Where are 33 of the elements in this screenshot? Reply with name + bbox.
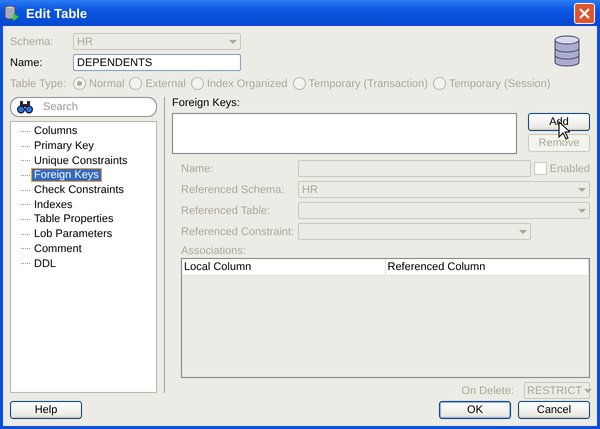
associations-label: Associations:: [181, 245, 247, 257]
field-label: Referenced Constraint:: [181, 226, 296, 238]
table-type-label: Table Type:: [10, 78, 68, 90]
cancel-button[interactable]: Cancel: [518, 401, 590, 419]
tree-item[interactable]: Table Properties: [31, 212, 116, 226]
column-header[interactable]: Local Column: [182, 259, 386, 275]
tree-item[interactable]: Unique Constraints: [31, 154, 131, 168]
close-button[interactable]: [574, 2, 595, 24]
close-icon: [578, 6, 591, 20]
tree-item[interactable]: Columns: [31, 124, 80, 138]
tree-item[interactable]: Foreign Keys: [31, 168, 102, 182]
name-field[interactable]: DEPENDENTS: [73, 54, 241, 71]
schema-label: Schema:: [10, 36, 54, 48]
tree-item[interactable]: Indexes: [31, 198, 76, 212]
tree-item[interactable]: Lob Parameters: [31, 227, 116, 242]
database-icon: [4, 5, 20, 21]
binoculars-icon: [17, 100, 33, 114]
foreign-keys-label: Foreign Keys:: [172, 97, 241, 109]
help-button[interactable]: Help: [10, 401, 82, 419]
field-label: Name:: [181, 162, 214, 174]
tree-item[interactable]: DDL: [31, 256, 60, 271]
tree-item[interactable]: Comment: [31, 242, 85, 256]
field-label: Referenced Table:: [181, 204, 272, 216]
on-delete-label: On Delete:: [461, 384, 514, 396]
tree-item[interactable]: Check Constraints: [31, 183, 127, 198]
database-icon: [554, 35, 580, 67]
name-label: Name:: [10, 56, 44, 68]
tree-item[interactable]: Primary Key: [31, 139, 97, 154]
column-header[interactable]: Referenced Column: [386, 259, 589, 275]
foreign-keys-list[interactable]: [172, 113, 517, 154]
ok-button[interactable]: OK: [439, 401, 511, 419]
field-label: Referenced Schema:: [181, 184, 286, 196]
window-title: Edit Table: [26, 6, 88, 20]
